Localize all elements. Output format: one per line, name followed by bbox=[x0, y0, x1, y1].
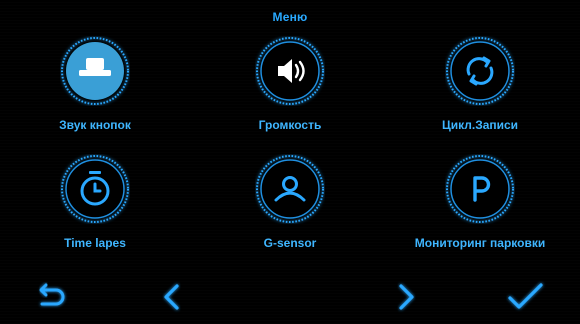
stopwatch-icon bbox=[60, 154, 130, 224]
confirm-button[interactable] bbox=[506, 278, 546, 318]
page-title: Меню bbox=[272, 10, 308, 24]
menu-item-button-sound[interactable]: Звук кнопок bbox=[0, 36, 190, 146]
previous-button[interactable] bbox=[152, 278, 192, 318]
back-button[interactable] bbox=[33, 278, 73, 318]
menu-item-g-sensor[interactable]: G-sensor bbox=[195, 154, 385, 264]
menu-item-parking-monitor[interactable]: Мониторинг парковки bbox=[385, 154, 575, 264]
return-arrow-icon bbox=[39, 283, 65, 306]
menu-item-label: Цикл.Записи bbox=[441, 118, 519, 132]
button-sound-icon bbox=[60, 36, 130, 106]
menu-item-time-lapse[interactable]: Time lapes bbox=[0, 154, 190, 264]
speaker-icon bbox=[255, 36, 325, 106]
chevron-left-icon bbox=[164, 284, 179, 310]
parking-icon bbox=[445, 154, 515, 224]
chevron-right-icon bbox=[399, 284, 414, 310]
menu-item-loop-recording[interactable]: Цикл.Записи bbox=[385, 36, 575, 146]
menu-item-label: G-sensor bbox=[263, 236, 317, 250]
loop-record-icon bbox=[445, 36, 515, 106]
menu-item-label: Громкость bbox=[258, 118, 322, 132]
person-icon bbox=[255, 154, 325, 224]
checkmark-icon bbox=[508, 283, 543, 309]
menu-item-label: Time lapes bbox=[64, 236, 126, 250]
menu-item-volume[interactable]: Громкость bbox=[195, 36, 385, 146]
next-button[interactable] bbox=[387, 278, 427, 318]
menu-item-label: Звук кнопок bbox=[59, 118, 131, 132]
menu-item-label: Мониторинг парковки bbox=[414, 236, 546, 250]
